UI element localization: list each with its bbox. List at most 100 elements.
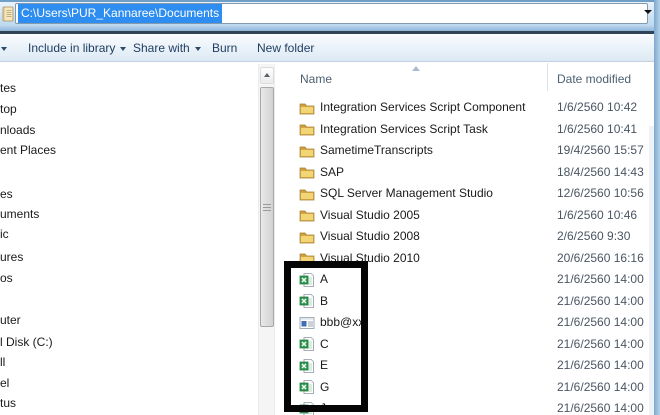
sidebar-item[interactable]: el — [0, 376, 9, 391]
scrollbar-up-button[interactable] — [260, 67, 274, 84]
file-row[interactable]: G 21/6/2560 14:00 — [285, 377, 649, 399]
thumb-grip — [263, 204, 271, 205]
date-modified: 20/6/2560 16:16 — [557, 248, 644, 270]
chevron-down-icon — [1, 47, 7, 51]
file-row[interactable]: Visual Studio 2008 2/6/2560 9:30 — [285, 226, 649, 248]
address-selected-text[interactable]: C:\Users\PUR_Kannaree\Documents — [18, 4, 222, 23]
column-separator[interactable] — [547, 63, 548, 91]
address-input[interactable]: C:\Users\PUR_Kannaree\Documents — [15, 3, 648, 24]
date-modified: 21/6/2560 14:00 — [557, 334, 644, 356]
folder-icon — [299, 100, 315, 116]
sidebar-item[interactable]: tes — [0, 81, 16, 96]
scrollbar-thumb[interactable] — [260, 87, 274, 327]
folder-icon — [299, 143, 315, 159]
date-modified: 21/6/2560 14:00 — [557, 312, 644, 334]
file-row[interactable]: B 21/6/2560 14:00 — [285, 291, 649, 313]
column-header-name[interactable]: Name — [300, 72, 332, 86]
file-row[interactable]: J 21/6/2560 14:00 — [285, 398, 649, 415]
content-area: tes top nloads ent Places es uments ic ures os ut… — [0, 63, 660, 415]
file-name: B — [320, 291, 328, 313]
file-row[interactable]: Visual Studio 201020/6/2560 16:16 — [285, 248, 649, 270]
document-file-icon — [299, 315, 315, 331]
excel-file-icon — [299, 358, 315, 374]
sidebar-scrollbar[interactable] — [258, 64, 275, 415]
address-bar: C:\Users\PUR_Kannaree\Documents — [0, 2, 660, 26]
folder-icon — [299, 250, 315, 266]
chevron-down-icon — [120, 47, 126, 51]
column-header-row: Name Date modified — [285, 63, 649, 93]
file-row[interactable]: A 21/6/2560 14:00 — [285, 269, 649, 291]
command-toolbar: Include in library Share with Burn New fold… — [0, 35, 660, 62]
file-name: A — [320, 269, 328, 291]
excel-file-icon — [299, 401, 315, 415]
file-name: Integration Services Script Task — [320, 119, 488, 141]
file-row[interactable]: Integration Services Script Component 1/6… — [285, 97, 649, 119]
file-row[interactable]: bbb@xx21/6/2560 14:00 — [285, 312, 649, 334]
sidebar-item[interactable]: ures — [0, 250, 23, 265]
file-name: E — [320, 355, 328, 377]
date-modified: 1/6/2560 10:41 — [557, 119, 637, 141]
file-name: Visual Studio 2005 — [320, 205, 420, 227]
address-dropdown-caret-icon[interactable] — [644, 10, 652, 14]
file-name: J — [320, 398, 326, 415]
thumb-grip — [263, 210, 271, 211]
sidebar-item[interactable]: es — [0, 187, 13, 202]
thumb-grip — [263, 207, 271, 208]
file-name: SQL Server Management Studio — [320, 183, 493, 205]
file-row[interactable]: SQL Server Management Studio 12/6/2560 10… — [285, 183, 649, 205]
file-name: G — [320, 377, 329, 399]
sidebar-item[interactable]: tus — [0, 396, 16, 411]
documents-location-icon — [2, 6, 14, 22]
date-modified: 18/4/2560 14:43 — [557, 162, 644, 184]
file-name: SametimeTranscripts — [320, 140, 433, 162]
sidebar-item[interactable]: top — [0, 102, 17, 117]
date-modified: 21/6/2560 14:00 — [557, 291, 644, 313]
file-row[interactable]: SametimeTranscripts 19/4/2560 15:57 — [285, 140, 649, 162]
toolbar-burn[interactable]: Burn — [212, 35, 237, 61]
toolbar-organize-fragment[interactable] — [1, 35, 7, 61]
file-row[interactable]: Visual Studio 2005 1/6/2560 10:46 — [285, 205, 649, 227]
date-modified: 21/6/2560 14:00 — [557, 269, 644, 291]
sidebar-item[interactable]: ent Places — [0, 143, 56, 158]
chevron-down-icon — [195, 47, 201, 51]
file-row[interactable]: C 21/6/2560 14:00 — [285, 334, 649, 356]
folder-icon — [299, 121, 315, 137]
toolbar-share-with[interactable]: Share with — [133, 35, 201, 61]
date-modified: 2/6/2560 9:30 — [557, 226, 630, 248]
sidebar-item[interactable]: os — [0, 271, 13, 286]
date-modified: 19/4/2560 15:57 — [557, 140, 644, 162]
sort-ascending-icon — [412, 66, 420, 71]
date-modified: 12/6/2560 10:56 — [557, 183, 644, 205]
file-rows: Integration Services Script Component 1/6… — [285, 97, 649, 415]
sidebar-item[interactable]: nloads — [0, 123, 35, 138]
file-name: Visual Studio 2008 — [320, 226, 420, 248]
date-modified: 21/6/2560 14:00 — [557, 377, 644, 399]
file-row[interactable]: SAP18/4/2560 14:43 — [285, 162, 649, 184]
excel-file-icon — [299, 336, 315, 352]
file-name: C — [320, 334, 329, 356]
folder-icon — [299, 207, 315, 223]
date-modified: 21/6/2560 14:00 — [557, 398, 644, 415]
sidebar-item[interactable]: uments — [0, 207, 39, 222]
folder-icon — [299, 229, 315, 245]
sidebar-item[interactable]: ic — [0, 227, 9, 242]
column-header-date-modified[interactable]: Date modified — [557, 72, 631, 86]
sidebar-item[interactable]: l Disk (C:) — [0, 335, 53, 350]
scroll-up-arrow-icon — [264, 73, 270, 77]
explorer-window: C:\Users\PUR_Kannaree\Documents Include … — [0, 0, 660, 415]
file-name: Integration Services Script Component — [320, 97, 525, 119]
toolbar-new-folder[interactable]: New folder — [257, 35, 314, 61]
date-modified: 1/6/2560 10:42 — [557, 97, 637, 119]
file-row[interactable]: Integration Services Script Task 1/6/2560… — [285, 119, 649, 141]
date-modified: 1/6/2560 10:46 — [557, 205, 637, 227]
folder-icon — [299, 164, 315, 180]
toolbar-include-in-library[interactable]: Include in library — [28, 35, 126, 61]
sidebar-item[interactable]: uter — [0, 313, 21, 328]
file-row[interactable]: E 21/6/2560 14:00 — [285, 355, 649, 377]
date-modified: 21/6/2560 14:00 — [557, 355, 644, 377]
sidebar-item[interactable]: ll — [0, 355, 5, 370]
excel-file-icon — [299, 379, 315, 395]
folder-icon — [299, 186, 315, 202]
window-right-border — [654, 0, 660, 415]
excel-file-icon — [299, 272, 315, 288]
